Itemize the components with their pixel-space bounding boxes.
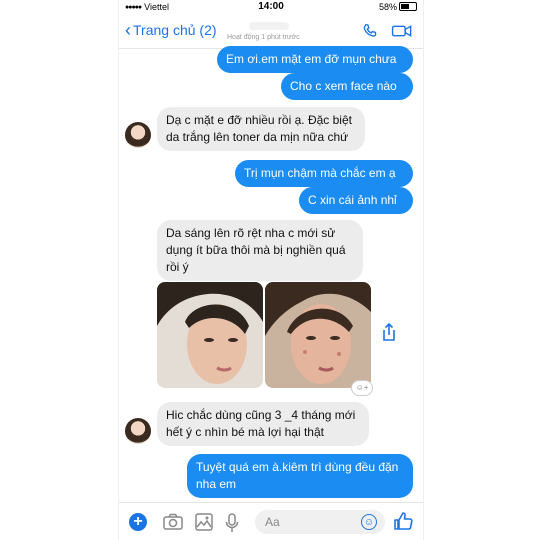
contact-avatar[interactable]: [125, 122, 151, 148]
message-bubble-outgoing[interactable]: Tuyệt quá em à.kiêm trì dùng đều đặn nha…: [187, 454, 413, 498]
before-photo[interactable]: [157, 282, 263, 388]
share-icon[interactable]: [381, 322, 397, 342]
face-photo-image: [157, 282, 263, 388]
conversation-header: ‹ Trang chủ (2) Hoạt động 1 phút trước: [119, 14, 423, 49]
message-bubble-incoming[interactable]: Da sáng lên rõ rệt nha c mới sử dụng ít …: [157, 220, 363, 281]
clock: 14:00: [258, 1, 284, 12]
microphone-icon[interactable]: [225, 513, 239, 533]
after-photo[interactable]: [265, 282, 371, 388]
message-bubble-outgoing[interactable]: Em ơi.em mặt em đỡ mụn chưa: [217, 46, 413, 73]
messenger-screen: ●●●●● Viettel 14:00 58% ‹ Trang chủ (2) Ho…: [118, 0, 424, 540]
add-reaction-icon[interactable]: ☺+: [351, 380, 373, 396]
message-bubble-incoming[interactable]: Dạ c mặt e đỡ nhiều rồi ạ. Đặc biệt da t…: [157, 107, 365, 151]
presence-status: Hoạt động 1 phút trước: [227, 34, 300, 41]
composer-bar: + Aa ☺: [119, 502, 423, 540]
gallery-icon[interactable]: [195, 513, 213, 531]
battery-percent: 58%: [378, 2, 397, 12]
message-input-placeholder: Aa: [265, 515, 280, 529]
status-bar: ●●●●● Viettel 14:00 58%: [119, 0, 423, 14]
message-input[interactable]: Aa ☺: [255, 510, 385, 534]
message-bubble-incoming[interactable]: Hic chắc dùng cũng 3 _4 tháng mới hết ý …: [157, 402, 369, 446]
like-icon[interactable]: [393, 511, 413, 531]
message-bubble-outgoing[interactable]: C xin cái ảnh nhỉ: [299, 187, 413, 214]
camera-icon[interactable]: [163, 513, 183, 531]
phone-icon[interactable]: [361, 22, 379, 40]
plus-icon[interactable]: +: [129, 513, 147, 531]
back-chevron-icon: ‹: [125, 20, 131, 40]
video-camera-icon[interactable]: [391, 22, 413, 40]
contact-avatar[interactable]: [125, 418, 151, 444]
message-bubble-outgoing[interactable]: Cho c xem face nào: [281, 73, 413, 100]
message-bubble-outgoing[interactable]: Trị mụn chậm mà chắc em ạ: [235, 160, 413, 187]
back-label: Trang chủ (2): [133, 22, 217, 38]
back-button[interactable]: ‹ Trang chủ (2): [125, 20, 217, 41]
face-photo-image: [265, 282, 371, 388]
emoji-icon[interactable]: ☺: [361, 514, 377, 530]
battery-icon: [399, 2, 417, 11]
contact-name-redacted: [249, 22, 289, 30]
